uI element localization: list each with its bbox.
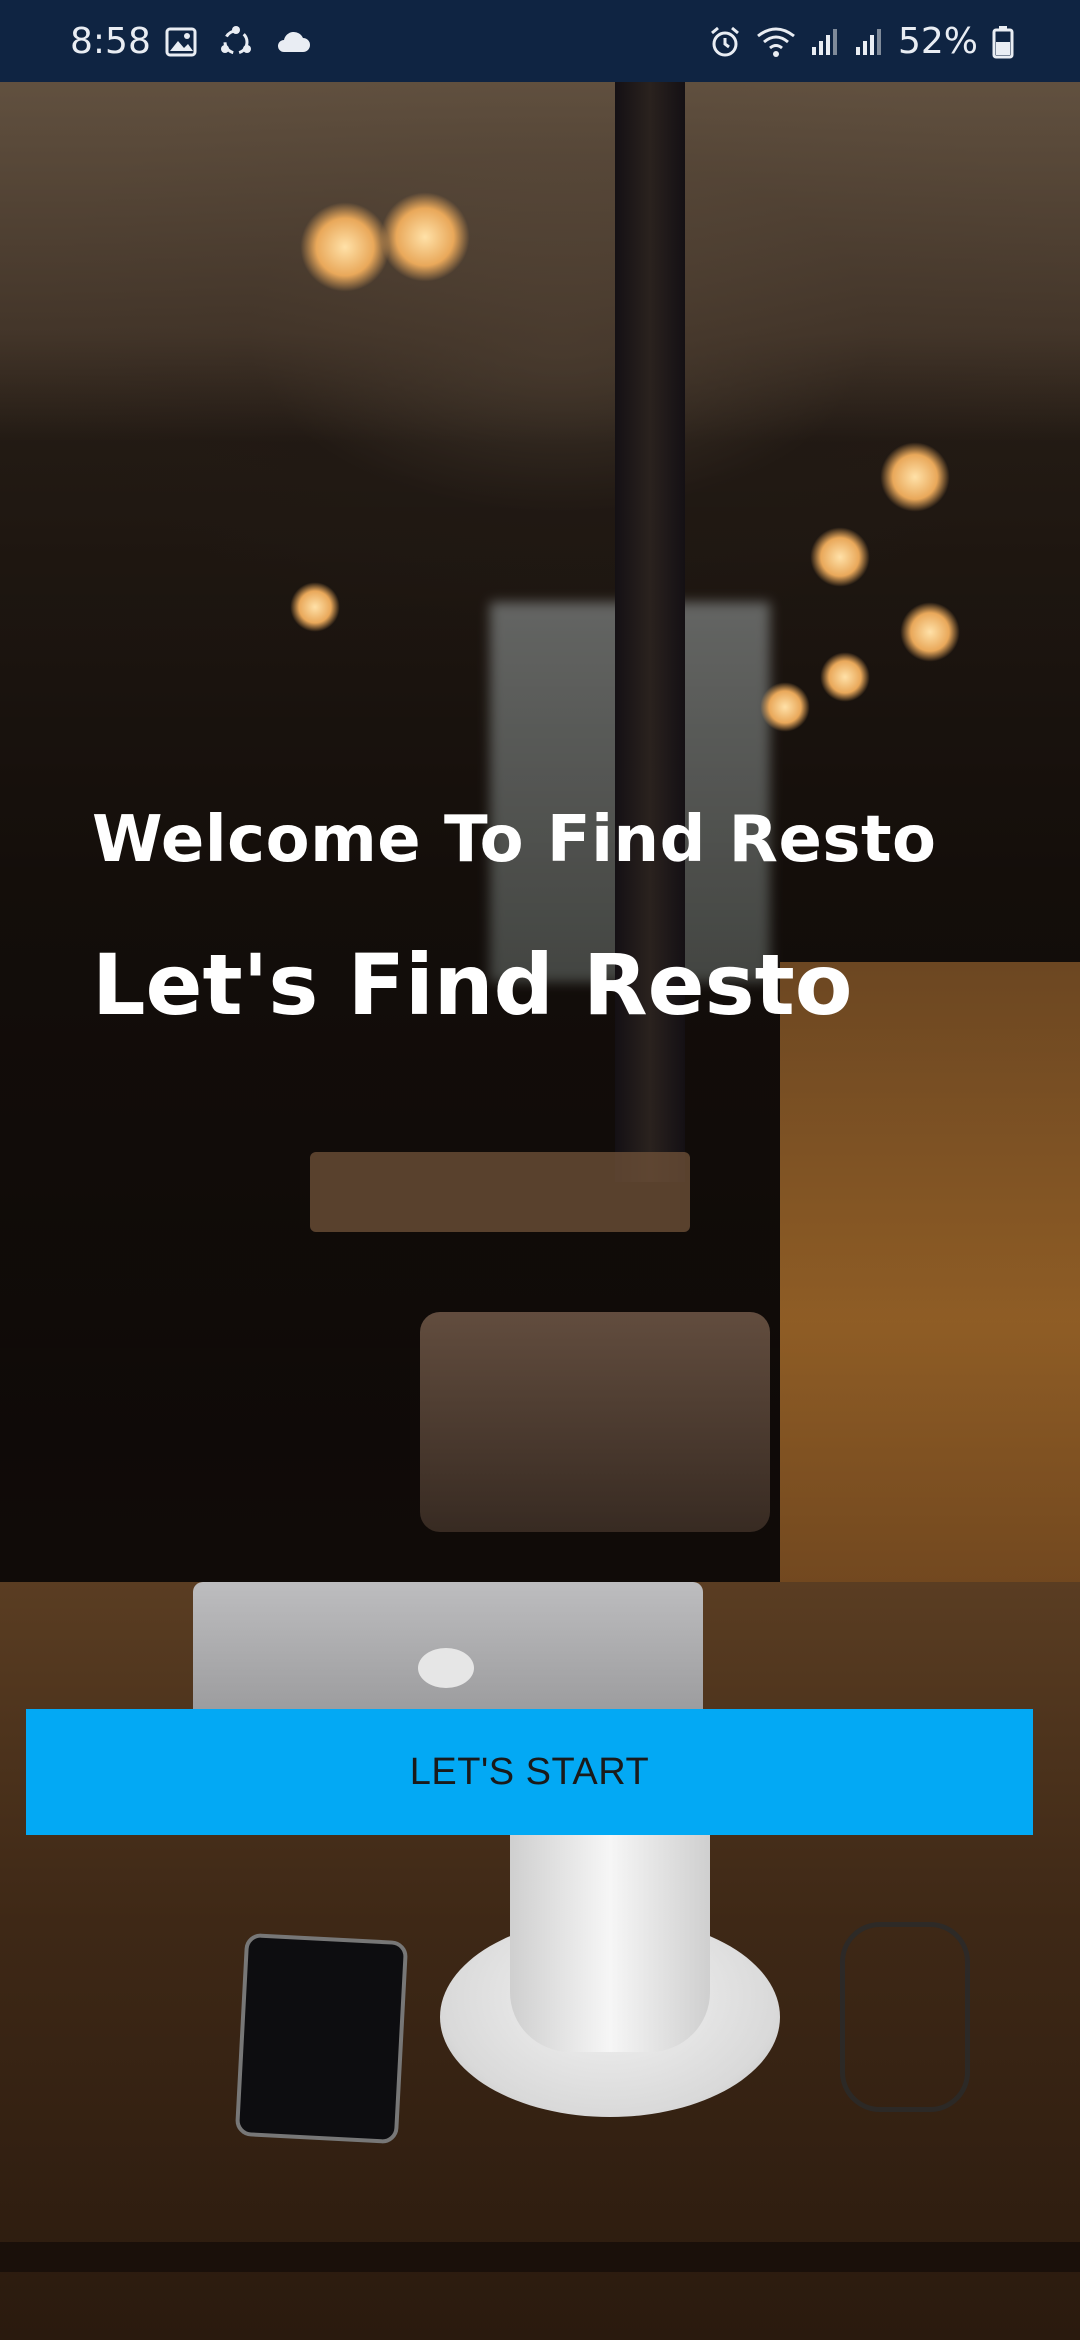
- eyeglasses: [840, 1922, 970, 2112]
- smartphone: [234, 1932, 409, 2145]
- background-light: [380, 192, 470, 282]
- cloud-icon: [275, 30, 311, 54]
- background-chair: [420, 1312, 770, 1532]
- status-right-icons: 52%: [708, 20, 1014, 64]
- battery-icon: [992, 25, 1014, 59]
- welcome-heading: Welcome To Find Resto: [92, 803, 937, 877]
- alarm-icon: [708, 25, 742, 59]
- background-light: [290, 582, 340, 632]
- battery-percent: 52%: [897, 21, 978, 62]
- background-light: [900, 602, 960, 662]
- background-light: [880, 442, 950, 512]
- status-bar: 8:58 52%: [0, 0, 1080, 82]
- status-left-icons: [165, 25, 311, 59]
- laptop-logo: [418, 1648, 474, 1688]
- background-photo: [0, 82, 1080, 2340]
- wifi-icon: [756, 26, 796, 58]
- table-edge: [0, 2242, 1080, 2272]
- background-light: [300, 202, 390, 292]
- signal-icon: [810, 27, 840, 57]
- page-title: Let's Find Resto: [92, 936, 853, 1034]
- status-time: 8:58: [70, 21, 151, 62]
- laptop: [193, 1582, 703, 1712]
- coffee-cup: [510, 1822, 710, 2052]
- background-light: [760, 682, 810, 732]
- start-button[interactable]: LET'S START: [26, 1709, 1033, 1835]
- background-light: [820, 652, 870, 702]
- background-ceiling: [0, 82, 1080, 442]
- signal-icon-2: [854, 27, 884, 57]
- sync-icon: [219, 25, 253, 59]
- gallery-icon: [165, 27, 197, 57]
- background-table: [310, 1152, 690, 1232]
- background-light: [810, 527, 870, 587]
